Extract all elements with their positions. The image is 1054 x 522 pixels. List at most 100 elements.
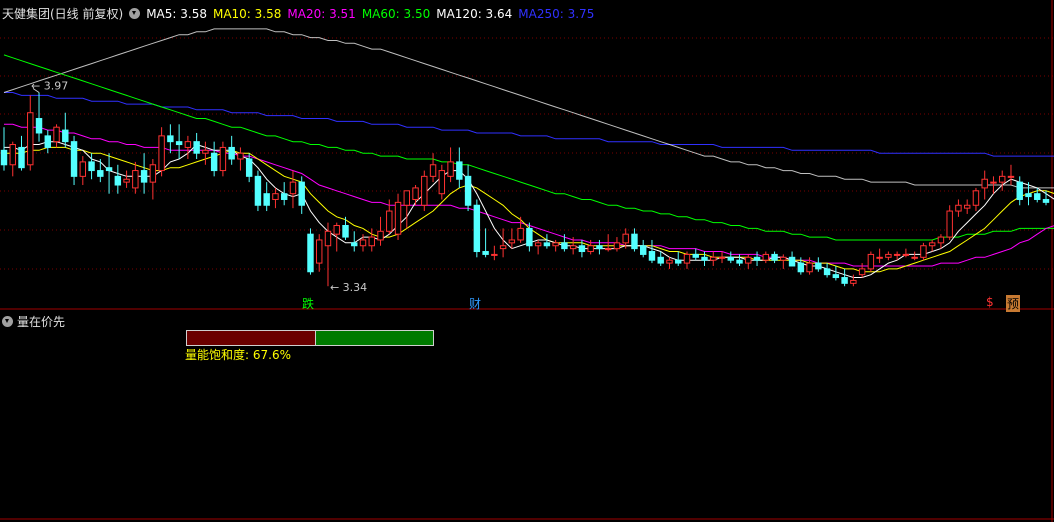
candle-body [473,204,481,253]
saturation-label: 量能饱和度: 67.6% [185,348,291,362]
candle-body [727,256,734,261]
candle-body [386,210,393,232]
candle-body [280,193,288,200]
candle-body [307,233,314,273]
candle-body [937,236,945,244]
saturation-fill [187,331,317,345]
event-marker-finance[interactable]: 财 [469,295,481,312]
candle-body [35,118,43,134]
candle-body [876,256,883,259]
ma60-label: MA60: 3.50 [361,7,431,21]
candle-body [972,190,980,206]
candle-body [683,253,691,264]
candle-body [1025,193,1032,198]
candle-body [219,146,227,172]
candle-body [596,245,603,250]
candle-body [806,262,813,273]
candle-body [359,239,367,247]
candle-body [762,253,770,261]
candle-body [692,253,699,258]
candle-body [114,175,122,186]
candle-body [342,225,349,238]
candle-body [62,129,69,143]
candle-body [193,141,200,154]
candle-body [44,135,51,148]
indicator-title: 量在价先 [17,315,66,329]
candle-body [832,274,840,279]
candle-body [928,242,936,247]
candle-body [123,178,130,183]
candle-body [561,242,568,250]
candle-body [140,170,148,183]
candle-body [1034,193,1041,200]
candle-body [675,259,682,264]
candle-body [858,268,866,276]
candle-body [298,181,305,206]
candle-body [79,161,87,177]
candle-body [491,253,498,256]
candle-body [9,144,16,166]
candle-body [578,245,586,253]
candle-body [429,164,437,177]
candle-body [902,253,910,256]
stock-title: 天健集团(日线 前复权) [2,7,124,21]
candle-body [885,253,892,258]
ma20-label: MA20: 3.51 [287,7,356,21]
candle-body [622,233,629,244]
candle-body [631,233,638,250]
candle-body [745,256,752,264]
dropdown-icon[interactable] [129,8,141,19]
candle-body [351,242,358,247]
saturation-remainder [316,331,433,345]
candle-body [132,170,139,189]
candle-body [867,253,875,270]
candle-body [158,135,165,172]
dropdown-icon[interactable] [2,316,13,327]
candle-body [27,112,34,166]
candle-body [202,149,209,154]
candle-body [289,181,297,195]
candle-body [955,204,962,212]
candle-body [377,230,384,241]
candle-body [237,152,244,160]
candle-body [421,175,428,206]
candle-body [850,279,857,284]
candle-body [999,175,1006,183]
candle-body [963,204,971,209]
candle-body [464,175,472,206]
candle-body [718,256,726,259]
candle-body [981,178,988,189]
candle-body [587,245,594,253]
candle-body [263,193,270,206]
event-marker-drop[interactable]: 跌 [302,295,314,312]
candle-body [911,256,918,259]
candle-body [648,251,656,261]
candle-body [780,256,787,261]
event-marker-forecast[interactable]: 预 [1006,295,1021,312]
candle-body [753,256,761,261]
candle-body [552,242,559,247]
indicator-header: 量在价先 [2,313,65,330]
candle-body [657,256,664,264]
candle-body [1042,198,1050,203]
candle-body [613,242,621,250]
candle-body [508,239,516,244]
candle-body [394,201,402,235]
candle-body [245,158,253,177]
candle-body [990,181,997,184]
candle-body [534,242,542,247]
candle-body [815,262,822,270]
candle-body [543,242,551,247]
candle-body [105,167,113,172]
candle-body [368,236,375,247]
event-marker-dollar[interactable]: $ [986,295,994,309]
candle-body [316,239,323,264]
candle-body [666,259,673,264]
candle-body [771,253,778,261]
saturation-bar [186,330,434,346]
candle-body [175,141,183,146]
candle-body [710,256,717,261]
candle-body [210,152,218,172]
ma120-label: MA120: 3.64 [436,7,513,21]
candle-body [88,161,95,172]
